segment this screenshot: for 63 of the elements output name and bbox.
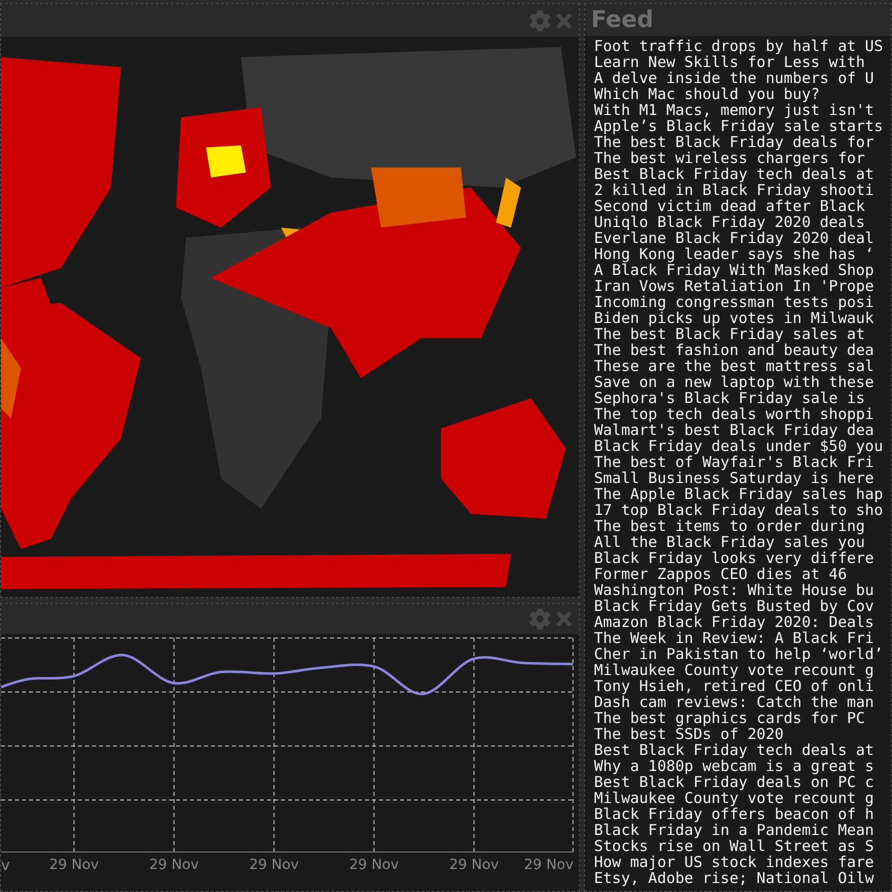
feed-item[interactable]: The best wireless chargers for <box>594 150 865 166</box>
axis-label: 29 Nov <box>348 857 400 873</box>
axis-label: 29 Nov <box>524 857 575 873</box>
feed-item[interactable]: Best Black Friday deals on PC c <box>594 774 874 790</box>
feed-item[interactable]: Amazon Black Friday 2020: Deals <box>594 614 874 630</box>
feed-item[interactable]: Learn New Skills for Less with <box>594 54 865 70</box>
axis-label: 29 Nov <box>448 857 500 873</box>
feed-item[interactable]: The Apple Black Friday sales hap <box>594 486 883 502</box>
feed-item[interactable]: Walmart's best Black Friday dea <box>594 422 874 438</box>
feed-item[interactable]: The best fashion and beauty dea <box>594 342 874 358</box>
feed-item[interactable]: Why a 1080p webcam is a great s <box>594 758 874 774</box>
feed-item[interactable]: How major US stock indexes fare <box>594 854 874 870</box>
feed-item[interactable]: All the Black Friday sales you <box>594 534 865 550</box>
feed-item[interactable]: Washington Post: White House bu <box>594 582 874 598</box>
feed-item[interactable]: Tony Hsieh, retired CEO of onli <box>594 678 874 694</box>
feed-item[interactable]: 2 killed in Black Friday shooti <box>594 182 874 198</box>
feed-item[interactable]: Iran Vows Retaliation In 'Prope <box>594 278 874 294</box>
feed-item[interactable]: Biden picks up votes in Milwauk <box>594 310 874 326</box>
feed-item[interactable]: Second victim dead after Black <box>594 198 865 214</box>
feed-item[interactable]: The best Black Friday deals for <box>594 134 874 150</box>
axis-label: 29 Nov <box>248 857 300 873</box>
feed-item[interactable]: Best Black Friday tech deals at <box>594 166 874 182</box>
feed-item[interactable]: Dash cam reviews: Catch the man <box>594 694 874 710</box>
feed-item[interactable]: Foot traffic drops by half at US <box>594 38 883 54</box>
feed-item[interactable]: Black Friday looks very differe <box>594 550 874 566</box>
feed-item[interactable]: A delve inside the numbers of U <box>594 70 874 86</box>
feed-item[interactable]: Black Friday offers beacon of h <box>594 806 874 822</box>
feed-item[interactable]: The best items to order during <box>594 518 865 534</box>
feed-item[interactable]: Small Business Saturday is here <box>594 470 874 486</box>
feed-item[interactable]: Etsy, Adobe rise; National Oilw <box>594 870 874 886</box>
feed-item[interactable]: The best Black Friday sales at <box>594 326 865 342</box>
feed-item[interactable]: Former Zappos CEO dies at 46 <box>594 566 847 582</box>
feed-item[interactable]: Incoming congressman tests posi <box>594 294 874 310</box>
settings-icon[interactable] <box>529 608 551 630</box>
feed-item[interactable]: With M1 Macs, memory just isn't <box>594 102 874 118</box>
feed-item[interactable]: The top tech deals worth shoppi <box>594 406 874 422</box>
feed-item[interactable]: Hong Kong leader says she has ‘ <box>594 246 874 262</box>
feed-item[interactable]: Everlane Black Friday 2020 deal <box>594 230 874 246</box>
axis-label: v <box>1 856 11 874</box>
feed-item[interactable]: Milwaukee County vote recount g <box>594 790 874 806</box>
feed-item[interactable]: These are the best mattress sal <box>594 358 874 374</box>
feed-item[interactable]: Apple’s Black Friday sale starts <box>594 118 883 134</box>
feed-item[interactable]: Save on a new laptop with these <box>594 374 874 390</box>
panel-title: Feed <box>591 7 654 33</box>
axis-label: 29 Nov <box>148 857 200 873</box>
feed-item[interactable]: The best SSDs of 2020 <box>594 726 784 742</box>
feed-item[interactable]: Black Friday deals under $50 you <box>594 438 883 454</box>
feed-item[interactable]: Sephora's Black Friday sale is <box>594 390 865 406</box>
feed-item[interactable]: Milwaukee County vote recount g <box>594 662 874 678</box>
feed-item[interactable]: 17 top Black Friday deals to sho <box>594 502 883 518</box>
feed-item[interactable]: Black Friday Gets Busted by Cov <box>594 598 874 614</box>
feed-item[interactable]: Best Black Friday tech deals at <box>594 742 874 758</box>
feed-item[interactable]: Uniqlo Black Friday 2020 deals <box>594 214 865 230</box>
feed-item[interactable]: The best graphics cards for PC <box>594 710 865 726</box>
feed-item[interactable]: A Black Friday With Masked Shop <box>594 262 874 278</box>
feed-item[interactable]: The best of Wayfair's Black Fri <box>594 454 874 470</box>
settings-icon[interactable] <box>529 10 551 32</box>
feed-item[interactable]: The Week in Review: A Black Fri <box>594 630 874 646</box>
feed-item[interactable]: Stocks rise on Wall Street as S <box>594 838 874 854</box>
feed-item[interactable]: Black Friday in a Pandemic Mean <box>594 822 874 838</box>
feed-item[interactable]: Cher in Pakistan to help ‘world’ <box>594 646 883 662</box>
axis-label: 29 Nov <box>48 857 100 873</box>
feed-item[interactable]: Which Mac should you buy? <box>594 86 820 102</box>
